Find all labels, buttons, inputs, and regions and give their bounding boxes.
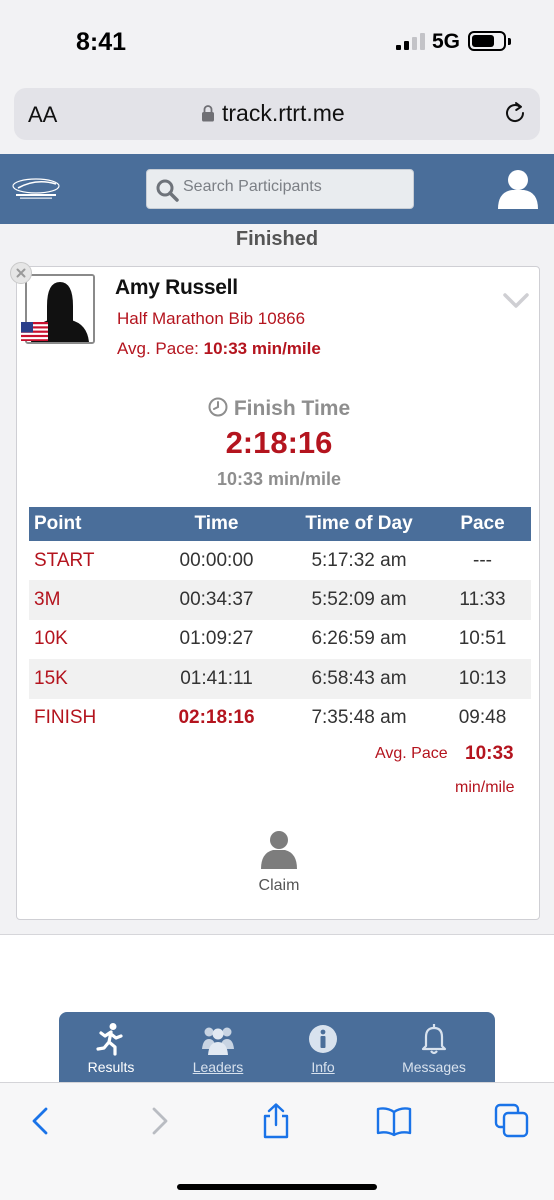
avg-pace-summary: Avg. Pace: 10:33 min/mile — [117, 339, 321, 359]
runner-icon — [96, 1023, 123, 1056]
nav-label-leaders: Leaders — [192, 1059, 244, 1075]
column-header-point: Point — [29, 507, 149, 541]
split-time-of-day: 5:52:09 am — [284, 580, 434, 620]
reload-icon[interactable] — [502, 100, 528, 126]
tabs-icon[interactable] — [494, 1103, 530, 1139]
split-time: 00:00:00 — [179, 549, 254, 571]
url-bar[interactable]: AA track.rtrt.me — [14, 88, 540, 140]
athlete-name: Amy Russell — [115, 276, 238, 299]
split-time-of-day: 5:17:32 am — [311, 549, 407, 571]
nav-results[interactable]: Results — [59, 1012, 163, 1082]
url-text[interactable]: track.rtrt.me — [222, 100, 345, 127]
finish-pace: 10:33 min/mile — [216, 469, 342, 489]
finish-time-value: 2:18:16 — [225, 425, 333, 460]
table-row: 15K 01:41:11 6:58:43 am 10:13 — [29, 659, 531, 699]
close-icon[interactable] — [10, 262, 32, 284]
nav-label-info: Info — [311, 1059, 335, 1075]
split-time: 02:18:16 — [178, 707, 255, 729]
battery-icon — [468, 31, 506, 51]
split-time: 01:41:11 — [149, 659, 284, 699]
lock-icon — [202, 105, 214, 122]
info-icon — [309, 1025, 337, 1053]
bookmarks-icon[interactable] — [376, 1103, 412, 1139]
result-card: Amy Russell Half Marathon Bib 10866 Avg.… — [16, 266, 540, 920]
track-shack-logo[interactable] — [12, 178, 60, 200]
forward-icon[interactable] — [142, 1103, 178, 1139]
splits-table: Point Time Time of Day Pace START 00:00:… — [29, 507, 531, 738]
clock-icon — [208, 397, 228, 417]
nav-messages[interactable]: Messages — [382, 1012, 486, 1082]
table-avg-pace-label: Avg. Pace — [375, 745, 448, 762]
us-flag-icon — [21, 322, 48, 341]
browser-toolbar — [0, 1082, 554, 1200]
nav-info[interactable]: Info — [271, 1012, 375, 1082]
split-time: 01:09:27 — [179, 628, 254, 650]
avg-pace-label: Avg. Pace: — [117, 339, 199, 358]
claim-button[interactable]: Claim — [17, 877, 541, 895]
splits-header-row: Point Time Time of Day Pace — [29, 507, 531, 541]
chevron-down-icon[interactable] — [503, 293, 529, 309]
share-icon[interactable] — [258, 1103, 294, 1139]
split-time-of-day: 6:58:43 am — [284, 659, 434, 699]
split-time: 00:34:37 — [149, 580, 284, 620]
result-status-heading: Finished — [235, 228, 319, 250]
split-pace: 10:51 — [458, 628, 507, 650]
nav-label-results: Results — [87, 1059, 135, 1075]
split-pace: 10:13 — [434, 659, 531, 699]
split-point: START — [34, 549, 95, 571]
person-icon[interactable] — [260, 829, 298, 869]
table-row: 10K 01:09:27 6:26:59 am 10:51 — [29, 620, 531, 659]
nav-leaders[interactable]: Leaders — [166, 1012, 270, 1082]
table-row: START 00:00:00 5:17:32 am --- — [29, 541, 531, 580]
back-icon[interactable] — [22, 1103, 58, 1139]
bottom-nav: Results Leaders Info Messages — [59, 1012, 495, 1082]
split-point: 10K — [34, 628, 68, 650]
column-header-time: Time — [149, 507, 284, 541]
split-point: FINISH — [34, 707, 97, 729]
avg-pace-value: 10:33 min/mile — [203, 339, 321, 358]
battery-tip — [508, 38, 511, 45]
group-icon — [202, 1027, 234, 1055]
column-header-pace: Pace — [434, 507, 531, 541]
profile-icon[interactable] — [496, 168, 540, 210]
split-pace: --- — [473, 549, 492, 571]
app-header — [0, 154, 554, 224]
split-time-of-day: 6:26:59 am — [311, 628, 407, 650]
table-avg-pace-unit: min/mile — [455, 779, 515, 796]
split-time-of-day: 7:35:48 am — [311, 707, 407, 729]
split-point: 3M — [29, 580, 149, 620]
finish-time-header: Finish Time — [17, 397, 541, 421]
race-and-bib: Half Marathon Bib 10866 — [117, 309, 306, 328]
column-header-time-of-day: Time of Day — [284, 507, 434, 541]
nav-label-messages: Messages — [402, 1059, 466, 1075]
split-pace: 11:33 — [434, 580, 531, 620]
table-avg-pace-value: 10:33 — [465, 743, 514, 764]
bell-icon — [421, 1024, 447, 1055]
close-x-glyph — [16, 268, 26, 278]
search-icon — [156, 179, 179, 202]
search-box[interactable] — [146, 169, 414, 209]
table-row: FINISH 02:18:16 7:35:48 am 09:48 — [29, 699, 531, 738]
signal-icon — [396, 33, 426, 50]
text-size-button[interactable]: AA — [28, 102, 57, 128]
home-indicator — [177, 1184, 377, 1190]
split-pace: 09:48 — [458, 707, 507, 729]
status-time: 8:41 — [76, 28, 127, 56]
status-bar: 8:41 5G — [0, 0, 554, 84]
table-row: 3M 00:34:37 5:52:09 am 11:33 — [29, 580, 531, 620]
split-point: 15K — [29, 659, 149, 699]
search-input[interactable] — [183, 178, 405, 196]
finish-time-label: Finish Time — [233, 397, 351, 420]
network-type: 5G — [432, 30, 461, 53]
